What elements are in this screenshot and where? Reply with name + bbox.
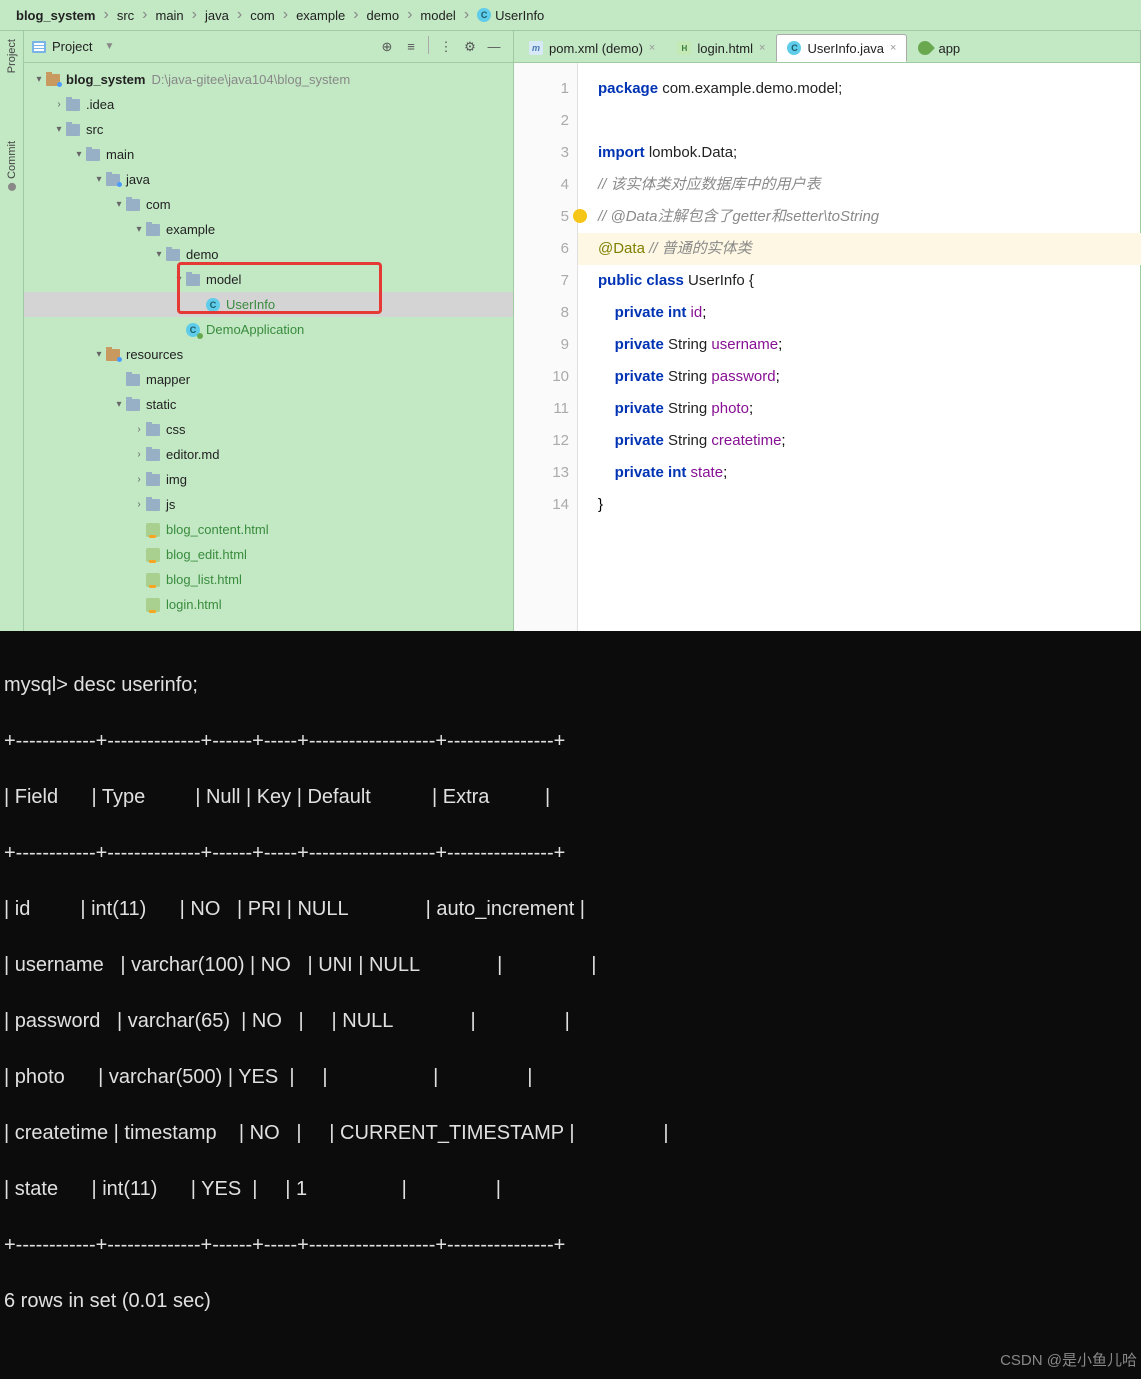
folder-icon — [146, 474, 160, 486]
folder-icon — [86, 149, 100, 161]
editor-tabs: mpom.xml (demo)× Hlogin.html× CUserInfo.… — [514, 31, 1140, 63]
line-gutter[interactable]: 123 4 5 678 91011 121314 — [514, 63, 578, 631]
tree-folder[interactable]: ›img — [24, 467, 513, 492]
tree-folder[interactable]: ▾resources — [24, 342, 513, 367]
tree-folder[interactable]: ▾example — [24, 217, 513, 242]
bulb-icon[interactable] — [573, 209, 587, 223]
project-dropdown[interactable]: Project ▼ — [32, 39, 114, 54]
html-icon — [146, 598, 160, 612]
folder-icon — [166, 249, 180, 261]
folder-icon — [126, 374, 140, 386]
side-tab-project[interactable]: Project — [4, 35, 20, 77]
folder-icon — [146, 449, 160, 461]
tab-login[interactable]: Hlogin.html× — [666, 34, 776, 62]
breadcrumb: blog_system› src› main› java› com› examp… — [0, 0, 1141, 31]
mysql-terminal: mysql> desc userinfo; +------------+----… — [0, 631, 1141, 1379]
folder-icon — [66, 124, 80, 136]
tree-folder[interactable]: mapper — [24, 367, 513, 392]
side-tab-commit[interactable]: Commit — [4, 137, 20, 195]
tree-folder[interactable]: ›editor.md — [24, 442, 513, 467]
breadcrumb-item[interactable]: src — [109, 4, 142, 27]
project-tree-panel: Project ▼ ⊕ ≡ ⋮ ⚙ — ▾blog_systemD:\java-… — [24, 31, 514, 631]
select-opened-icon[interactable]: ⊕ — [376, 36, 398, 58]
class-icon: C — [477, 8, 491, 22]
tree-folder[interactable]: ›css — [24, 417, 513, 442]
breadcrumb-item[interactable]: com — [242, 4, 283, 27]
breadcrumb-item[interactable]: demo — [359, 4, 408, 27]
close-icon[interactable]: × — [759, 42, 765, 54]
breadcrumb-item[interactable]: main — [147, 4, 191, 27]
folder-icon — [66, 99, 80, 111]
folder-icon — [126, 399, 140, 411]
gear-icon[interactable]: ⚙ — [459, 36, 481, 58]
breadcrumb-item[interactable]: java — [197, 4, 237, 27]
tool-window-stripe: Project Commit — [0, 31, 24, 631]
tree-folder[interactable]: ▾src — [24, 117, 513, 142]
html-icon: H — [677, 41, 691, 55]
breadcrumb-item[interactable]: model — [412, 4, 463, 27]
tree-folder[interactable]: ▾demo — [24, 242, 513, 267]
tree-file-demoapp[interactable]: CDemoApplication — [24, 317, 513, 342]
folder-icon — [146, 499, 160, 511]
spring-icon — [916, 38, 936, 58]
tree-file-html[interactable]: blog_edit.html — [24, 542, 513, 567]
hide-panel-icon[interactable]: — — [483, 36, 505, 58]
tab-app[interactable]: app — [907, 34, 971, 62]
class-icon: C — [206, 298, 220, 312]
tree-options-icon[interactable]: ⋮ — [435, 36, 457, 58]
tree-file-html[interactable]: login.html — [24, 592, 513, 617]
folder-icon — [186, 274, 200, 286]
folder-icon — [106, 349, 120, 361]
editor: mpom.xml (demo)× Hlogin.html× CUserInfo.… — [514, 31, 1141, 631]
chevron-down-icon: ▼ — [104, 41, 114, 52]
project-view-icon — [32, 41, 46, 53]
class-icon: C — [787, 41, 801, 55]
tree-folder[interactable]: ▾java — [24, 167, 513, 192]
breadcrumb-item[interactable]: example — [288, 4, 353, 27]
html-icon — [146, 573, 160, 587]
maven-icon: m — [529, 41, 543, 55]
folder-icon — [46, 74, 60, 86]
close-icon[interactable]: × — [649, 42, 655, 54]
html-icon — [146, 548, 160, 562]
html-icon — [146, 523, 160, 537]
tree-folder[interactable]: ▾static — [24, 392, 513, 417]
breadcrumb-file[interactable]: C UserInfo — [469, 4, 552, 27]
tree-folder-model[interactable]: ▾model — [24, 267, 513, 292]
tree-folder[interactable]: ▾main — [24, 142, 513, 167]
class-icon: C — [186, 323, 200, 337]
tree-file-html[interactable]: blog_content.html — [24, 517, 513, 542]
tree-folder[interactable]: ›js — [24, 492, 513, 517]
tab-pom[interactable]: mpom.xml (demo)× — [518, 34, 666, 62]
folder-icon — [146, 424, 160, 436]
folder-icon — [106, 174, 120, 186]
tree-header: Project ▼ ⊕ ≡ ⋮ ⚙ — — [24, 31, 513, 63]
code-editor[interactable]: package com.example.demo.model; import l… — [578, 63, 1140, 631]
csdn-watermark: CSDN @是小鱼儿哈 — [1000, 1347, 1137, 1375]
tree-folder[interactable]: ›.idea — [24, 92, 513, 117]
expand-all-icon[interactable]: ≡ — [400, 36, 422, 58]
tree-file-html[interactable]: blog_list.html — [24, 567, 513, 592]
folder-icon — [126, 199, 140, 211]
tree-file-userinfo[interactable]: CUserInfo — [24, 292, 513, 317]
breadcrumb-item[interactable]: blog_system — [8, 4, 103, 27]
folder-icon — [146, 224, 160, 236]
close-icon[interactable]: × — [890, 42, 896, 54]
tree-root[interactable]: ▾blog_systemD:\java-gitee\java104\blog_s… — [24, 67, 513, 92]
tab-userinfo[interactable]: CUserInfo.java× — [776, 34, 907, 62]
terminal-prompt: mysql> desc userinfo; — [4, 671, 1137, 699]
tree-folder[interactable]: ▾com — [24, 192, 513, 217]
